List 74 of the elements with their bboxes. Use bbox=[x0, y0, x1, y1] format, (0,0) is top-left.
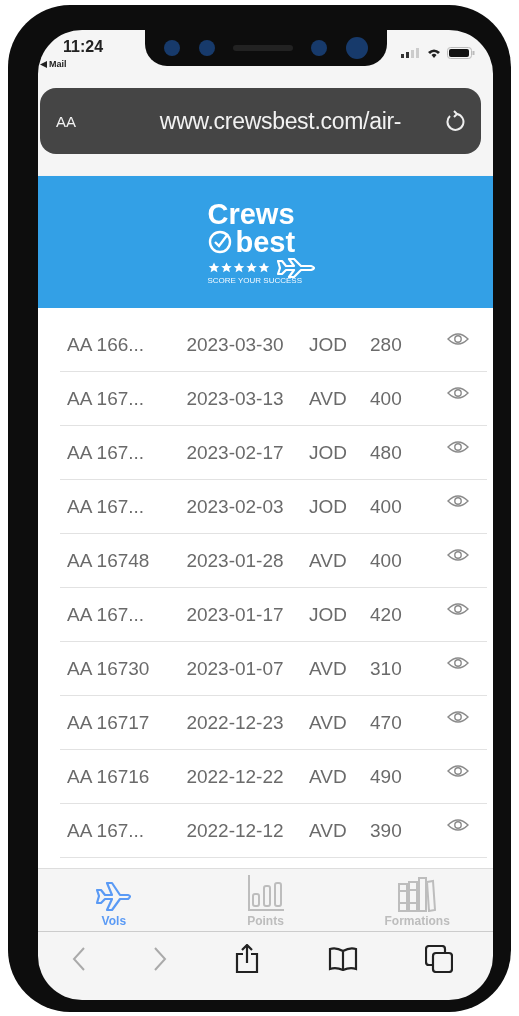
signal-icon bbox=[401, 48, 421, 58]
eye-icon[interactable] bbox=[447, 655, 469, 670]
flight-date: 2023-01-28 bbox=[185, 549, 285, 572]
points-value: 390 bbox=[370, 819, 403, 842]
books-icon bbox=[397, 876, 438, 912]
status-time: 11:24 bbox=[63, 38, 104, 56]
eye-icon[interactable] bbox=[447, 493, 469, 508]
flight-type: JOD bbox=[309, 441, 348, 464]
points-value: 310 bbox=[370, 657, 403, 680]
flight-number: AA 166... bbox=[67, 333, 146, 356]
points-value: 400 bbox=[370, 387, 403, 410]
bar-chart-icon bbox=[246, 874, 285, 912]
flight-number: AA 16730 bbox=[67, 657, 151, 680]
airplane-icon bbox=[275, 257, 318, 278]
logo-text: best bbox=[235, 227, 296, 256]
flight-number: AA 16717 bbox=[67, 711, 151, 734]
flight-number: AA 167... bbox=[67, 819, 146, 842]
flight-number: AA 167... bbox=[67, 441, 146, 464]
points-value: 490 bbox=[370, 765, 403, 788]
flight-type: AVD bbox=[309, 765, 348, 788]
flight-type: AVD bbox=[309, 711, 348, 734]
share-icon[interactable] bbox=[234, 944, 261, 974]
eye-icon[interactable] bbox=[447, 331, 469, 346]
eye-icon[interactable] bbox=[447, 547, 469, 562]
forward-chevron-icon[interactable] bbox=[153, 947, 168, 971]
flight-date: 2022-12-12 bbox=[185, 819, 285, 842]
points-value: 470 bbox=[370, 711, 403, 734]
flight-date: 2023-03-13 bbox=[185, 387, 285, 410]
points-value: 480 bbox=[370, 441, 403, 464]
address-bar[interactable]: AA www.crewsbest.com/air- bbox=[40, 88, 481, 154]
flight-type: AVD bbox=[309, 657, 348, 680]
flight-type: JOD bbox=[309, 603, 348, 626]
url-text: www.crewsbest.com/air- bbox=[158, 107, 403, 135]
back-app-label[interactable]: Mail bbox=[49, 59, 67, 69]
tabs-icon[interactable] bbox=[425, 945, 454, 973]
eye-icon[interactable] bbox=[447, 601, 469, 616]
flight-date: 2023-01-07 bbox=[185, 657, 285, 680]
flight-date: 2023-01-17 bbox=[185, 603, 285, 626]
flight-number: AA 167... bbox=[67, 495, 146, 518]
flight-date: 2022-12-22 bbox=[185, 765, 285, 788]
flight-type: AVD bbox=[309, 387, 348, 410]
back-chevron-icon[interactable] bbox=[71, 947, 86, 971]
back-arrow-icon[interactable] bbox=[40, 60, 47, 68]
eye-icon[interactable] bbox=[447, 385, 469, 400]
flight-type: JOD bbox=[309, 495, 348, 518]
flight-type: AVD bbox=[309, 549, 348, 572]
flight-date: 2023-02-17 bbox=[185, 441, 285, 464]
eye-icon[interactable] bbox=[447, 763, 469, 778]
eye-icon[interactable] bbox=[447, 709, 469, 724]
eye-icon[interactable] bbox=[447, 817, 469, 832]
points-value: 420 bbox=[370, 603, 403, 626]
flight-date: 2022-12-23 bbox=[185, 711, 285, 734]
points-value: 400 bbox=[370, 549, 403, 572]
logo-text: Crews bbox=[207, 199, 295, 228]
reload-icon[interactable] bbox=[445, 110, 465, 132]
points-value: 400 bbox=[370, 495, 403, 518]
flight-date: 2023-02-03 bbox=[185, 495, 285, 518]
eye-icon[interactable] bbox=[447, 439, 469, 454]
book-icon[interactable] bbox=[327, 947, 358, 971]
airplane-icon bbox=[94, 880, 133, 912]
flight-type: JOD bbox=[309, 333, 348, 356]
check-circle-icon bbox=[207, 229, 232, 254]
wifi-icon bbox=[427, 48, 441, 58]
flight-number: AA 167... bbox=[67, 387, 146, 410]
stars-icon bbox=[207, 262, 272, 273]
flight-number: AA 167... bbox=[67, 603, 146, 626]
text-size-button[interactable]: AA bbox=[56, 112, 116, 130]
battery-icon bbox=[447, 47, 475, 59]
flight-date: 2023-03-30 bbox=[185, 333, 285, 356]
points-value: 280 bbox=[370, 333, 403, 356]
flight-number: AA 16716 bbox=[67, 765, 151, 788]
flight-number: AA 16748 bbox=[67, 549, 151, 572]
flight-type: AVD bbox=[309, 819, 348, 842]
logo-tagline: SCORE YOUR SUCCESS bbox=[207, 275, 303, 285]
